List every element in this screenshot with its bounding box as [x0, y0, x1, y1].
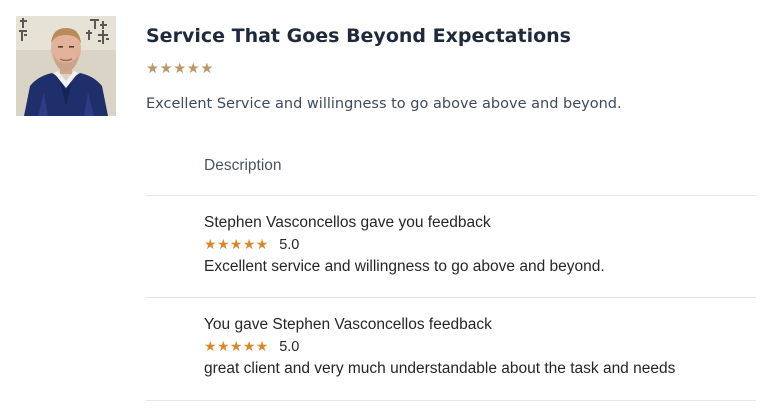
feedback-comment: Excellent service and willingness to go … — [204, 258, 605, 275]
feedback-rating: ★★★★★ 5.0 — [204, 337, 675, 357]
review-title: Service That Goes Beyond Expectations — [146, 25, 571, 47]
review-star-rating: ★★★★★ — [146, 61, 214, 77]
feedback-rating: ★★★★★ 5.0 — [204, 235, 605, 255]
feedback-item-received: Stephen Vasconcellos gave you feedback ★… — [204, 213, 605, 277]
divider — [146, 195, 756, 196]
feedback-score: 5.0 — [279, 237, 300, 253]
feedback-title: You gave Stephen Vasconcellos feedback — [204, 316, 492, 333]
feedback-title: Stephen Vasconcellos gave you feedback — [204, 214, 491, 231]
reviewer-avatar — [16, 16, 116, 116]
divider — [146, 297, 756, 298]
feedback-score: 5.0 — [279, 339, 300, 355]
star-rating-icon: ★★★★★ — [204, 237, 269, 253]
star-rating-icon: ★★★★★ — [204, 339, 269, 355]
divider — [146, 400, 756, 401]
feedback-item-given: You gave Stephen Vasconcellos feedback ★… — [204, 315, 675, 379]
review-text: Excellent Service and willingness to go … — [146, 96, 622, 112]
avatar-photo-icon — [16, 16, 116, 116]
feedback-comment: great client and very much understandabl… — [204, 360, 676, 377]
description-header: Description — [204, 157, 282, 174]
